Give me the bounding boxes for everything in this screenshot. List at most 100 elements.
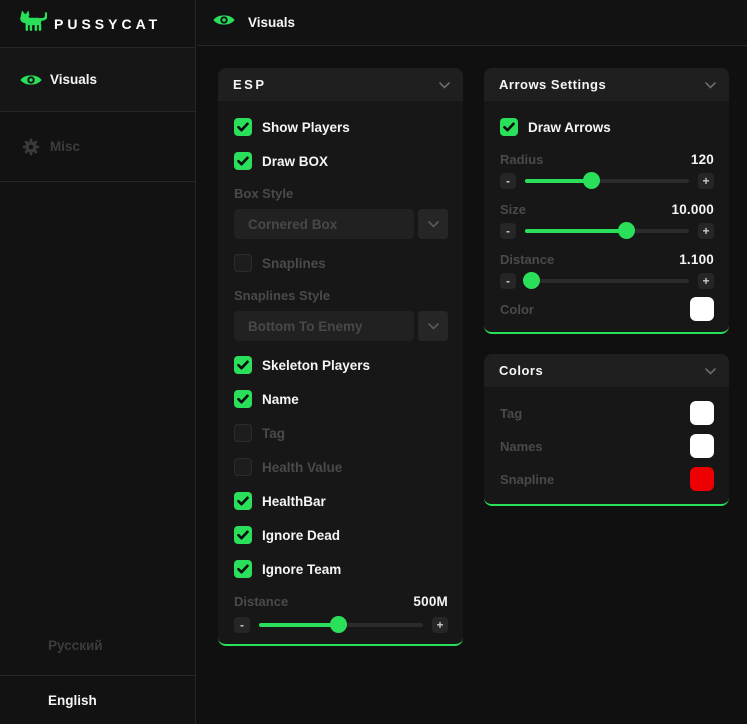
esp-panel: ESP Show Players Draw BOX Box Style [218, 68, 463, 646]
checkbox-label: Snaplines [262, 256, 326, 271]
row-snaplines: Snaplines [234, 254, 448, 272]
esp-panel-header[interactable]: ESP [218, 68, 463, 101]
slider-thumb[interactable] [523, 272, 540, 289]
row-skeleton-players: Skeleton Players [234, 356, 448, 374]
sidebar-item-visuals[interactable]: Visuals [0, 48, 195, 112]
box-style-select-chevron[interactable] [418, 209, 448, 239]
tag-color-label: Tag [500, 406, 522, 421]
chevron-down-icon [705, 362, 716, 380]
radius-row: Radius 120 [500, 152, 714, 167]
cat-logo-icon [19, 8, 47, 39]
sidebar-item-label: Misc [50, 139, 80, 154]
chevron-down-icon [428, 215, 439, 233]
checkbox-skeleton-players[interactable] [234, 356, 252, 374]
arrows-settings-panel: Arrows Settings Draw Arrows Radius 120 - [484, 68, 729, 334]
slider-fill [525, 179, 592, 183]
names-color-row: Names [500, 434, 714, 458]
increment-button[interactable]: + [432, 617, 448, 633]
snaplines-style-select[interactable]: Bottom To Enemy [234, 311, 414, 341]
sidebar: PUSSYCAT Visuals Misc [0, 0, 196, 724]
colors-panel: Colors Tag Names Snapline [484, 354, 729, 506]
row-name: Name [234, 390, 448, 408]
chevron-down-icon [439, 76, 450, 94]
distance-label: Distance [500, 252, 554, 267]
gear-icon [20, 137, 42, 157]
row-draw-box: Draw BOX [234, 152, 448, 170]
row-ignore-team: Ignore Team [234, 560, 448, 578]
snapline-color-swatch[interactable] [690, 467, 714, 491]
row-healthbar: HealthBar [234, 492, 448, 510]
snaplines-style-select-row: Bottom To Enemy [234, 311, 448, 341]
radius-value: 120 [691, 152, 714, 167]
arrow-color-row: Color [500, 297, 714, 321]
brand-name: PUSSYCAT [54, 16, 161, 32]
slider-track[interactable] [259, 623, 423, 627]
tag-color-swatch[interactable] [690, 401, 714, 425]
arrows-panel-header[interactable]: Arrows Settings [484, 68, 729, 101]
checkbox-draw-arrows[interactable] [500, 118, 518, 136]
decrement-button[interactable]: - [500, 173, 516, 189]
decrement-button[interactable]: - [500, 223, 516, 239]
radius-label: Radius [500, 152, 543, 167]
increment-button[interactable]: + [698, 223, 714, 239]
topbar: Visuals [197, 0, 747, 46]
checkbox-tag[interactable] [234, 424, 252, 442]
language-option-russian[interactable]: Русский [0, 616, 195, 676]
panel-title: Colors [499, 363, 543, 378]
increment-button[interactable]: + [698, 273, 714, 289]
select-value: Bottom To Enemy [248, 319, 363, 334]
sidebar-item-misc[interactable]: Misc [0, 112, 195, 182]
box-style-select[interactable]: Cornered Box [234, 209, 414, 239]
checkbox-label: Show Players [262, 120, 350, 135]
color-swatch[interactable] [690, 297, 714, 321]
size-value: 10.000 [672, 202, 715, 217]
checkbox-draw-box[interactable] [234, 152, 252, 170]
slider-thumb[interactable] [618, 222, 635, 239]
slider-fill [259, 623, 339, 627]
slider-track[interactable] [525, 279, 689, 283]
checkbox-ignore-team[interactable] [234, 560, 252, 578]
decrement-button[interactable]: - [234, 617, 250, 633]
snaplines-style-select-chevron[interactable] [418, 311, 448, 341]
decrement-button[interactable]: - [500, 273, 516, 289]
select-value: Cornered Box [248, 217, 337, 232]
size-label: Size [500, 202, 526, 217]
size-slider: - + [500, 222, 714, 239]
increment-button[interactable]: + [698, 173, 714, 189]
eye-icon [213, 13, 235, 32]
slider-thumb[interactable] [330, 616, 347, 633]
language-option-english[interactable]: English [0, 676, 195, 724]
checkbox-healthbar[interactable] [234, 492, 252, 510]
box-style-select-row: Cornered Box [234, 209, 448, 239]
checkbox-show-players[interactable] [234, 118, 252, 136]
color-label: Color [500, 302, 534, 317]
slider-fill [525, 229, 627, 233]
checkbox-health-value[interactable] [234, 458, 252, 476]
checkbox-snaplines[interactable] [234, 254, 252, 272]
language-label: English [48, 693, 97, 708]
panel-title: ESP [233, 77, 267, 92]
slider-track[interactable] [525, 229, 689, 233]
box-style-label: Box Style [234, 186, 448, 201]
colors-panel-header[interactable]: Colors [484, 354, 729, 387]
checkbox-label: Ignore Dead [262, 528, 340, 543]
checkbox-name[interactable] [234, 390, 252, 408]
checkbox-label: Tag [262, 426, 285, 441]
panel-title: Arrows Settings [499, 77, 606, 92]
snapline-color-label: Snapline [500, 472, 554, 487]
checkbox-label: Skeleton Players [262, 358, 370, 373]
names-color-swatch[interactable] [690, 434, 714, 458]
distance-label: Distance [234, 594, 288, 609]
arrows-distance-slider: - + [500, 272, 714, 289]
checkbox-ignore-dead[interactable] [234, 526, 252, 544]
slider-track[interactable] [525, 179, 689, 183]
chevron-down-icon [705, 76, 716, 94]
slider-thumb[interactable] [583, 172, 600, 189]
checkbox-label: HealthBar [262, 494, 326, 509]
size-row: Size 10.000 [500, 202, 714, 217]
row-tag: Tag [234, 424, 448, 442]
row-ignore-dead: Ignore Dead [234, 526, 448, 544]
esp-distance-slider: - + [234, 616, 448, 633]
checkbox-label: Name [262, 392, 299, 407]
row-health-value: Health Value [234, 458, 448, 476]
